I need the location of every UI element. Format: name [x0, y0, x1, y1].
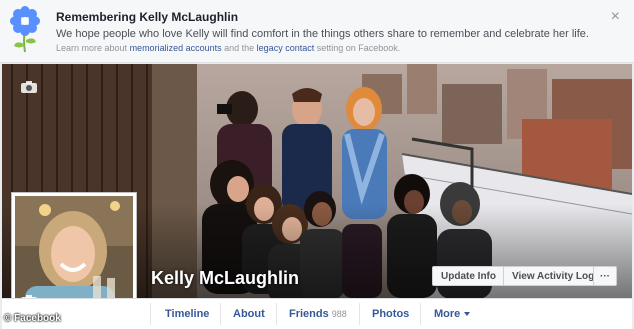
memorial-sub-suffix: setting on Facebook. — [316, 43, 401, 53]
tab-timeline[interactable]: Timeline — [165, 308, 209, 320]
chevron-down-icon — [464, 312, 471, 317]
tab-divider — [220, 303, 221, 325]
memorial-subtext: Learn more about memorialized accounts a… — [56, 43, 400, 53]
tab-divider — [420, 303, 421, 325]
tab-divider — [359, 303, 360, 325]
memorial-message: We hope people who love Kelly will find … — [56, 28, 589, 40]
memorial-banner: Remembering Kelly McLaughlin We hope peo… — [0, 0, 634, 63]
memorial-sub-middle: and the — [224, 43, 255, 53]
view-activity-log-button[interactable]: View Activity Log — [503, 266, 604, 286]
tab-friends[interactable]: Friends 988 — [289, 308, 347, 320]
friends-count: 988 — [331, 309, 347, 319]
tab-more-label: More — [434, 308, 461, 320]
tab-divider — [276, 303, 277, 325]
tab-about[interactable]: About — [233, 308, 265, 320]
legacy-contact-link[interactable]: legacy contact — [257, 43, 315, 53]
tab-friends-label: Friends — [289, 308, 329, 320]
memorial-sub-prefix: Learn more about — [56, 43, 128, 53]
camera-icon[interactable] — [21, 80, 37, 93]
tab-photos[interactable]: Photos — [372, 308, 409, 320]
profile-name[interactable]: Kelly McLaughlin — [151, 268, 299, 289]
more-options-button[interactable]: ··· — [593, 266, 617, 286]
memorialized-accounts-link[interactable]: memorialized accounts — [130, 43, 222, 53]
watermark: © Facebook — [4, 313, 61, 324]
forget-me-not-flower-icon — [10, 6, 40, 53]
update-info-button[interactable]: Update Info — [432, 266, 505, 286]
close-icon[interactable]: × — [611, 9, 620, 25]
tab-divider — [150, 303, 151, 325]
memorial-title: Remembering Kelly McLaughlin — [56, 10, 239, 24]
tab-more[interactable]: More — [434, 308, 471, 320]
profile-tabs: Timeline About Friends 988 Photos More — [2, 298, 632, 329]
